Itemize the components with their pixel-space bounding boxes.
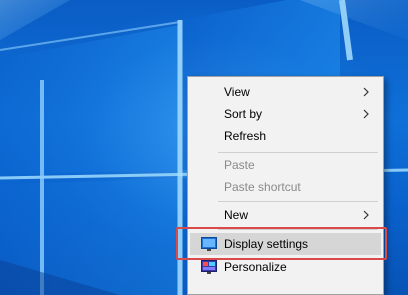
menu-item-personalize-label: Personalize — [224, 260, 287, 274]
menu-item-personalize[interactable]: Personalize — [190, 256, 381, 278]
menu-item-sort-by[interactable]: Sort by — [190, 103, 381, 125]
display-icon — [201, 237, 217, 251]
menu-separator — [218, 201, 378, 202]
menu-item-refresh[interactable]: Refresh — [190, 125, 381, 147]
menu-item-paste-shortcut-label: Paste shortcut — [224, 180, 301, 194]
menu-separator — [218, 229, 378, 230]
menu-item-paste[interactable]: Paste — [190, 154, 381, 176]
chevron-right-icon — [363, 87, 369, 97]
menu-item-display-settings-label: Display settings — [224, 237, 309, 251]
menu-item-paste-shortcut[interactable]: Paste shortcut — [190, 176, 381, 198]
desktop-context-menu: View Sort by Refresh Paste Paste shortcu… — [187, 76, 384, 295]
menu-item-view-label: View — [224, 85, 250, 99]
personalize-icon — [201, 260, 217, 274]
menu-item-new-label: New — [224, 208, 249, 222]
menu-item-refresh-label: Refresh — [224, 129, 267, 143]
menu-item-paste-label: Paste — [224, 158, 255, 172]
chevron-right-icon — [363, 210, 369, 220]
menu-item-view[interactable]: View — [190, 81, 381, 103]
menu-item-sort-by-label: Sort by — [224, 107, 263, 121]
menu-separator — [218, 152, 378, 153]
menu-item-display-settings[interactable]: Display settings — [190, 233, 381, 255]
menu-item-new[interactable]: New — [190, 204, 381, 226]
chevron-right-icon — [363, 109, 369, 119]
